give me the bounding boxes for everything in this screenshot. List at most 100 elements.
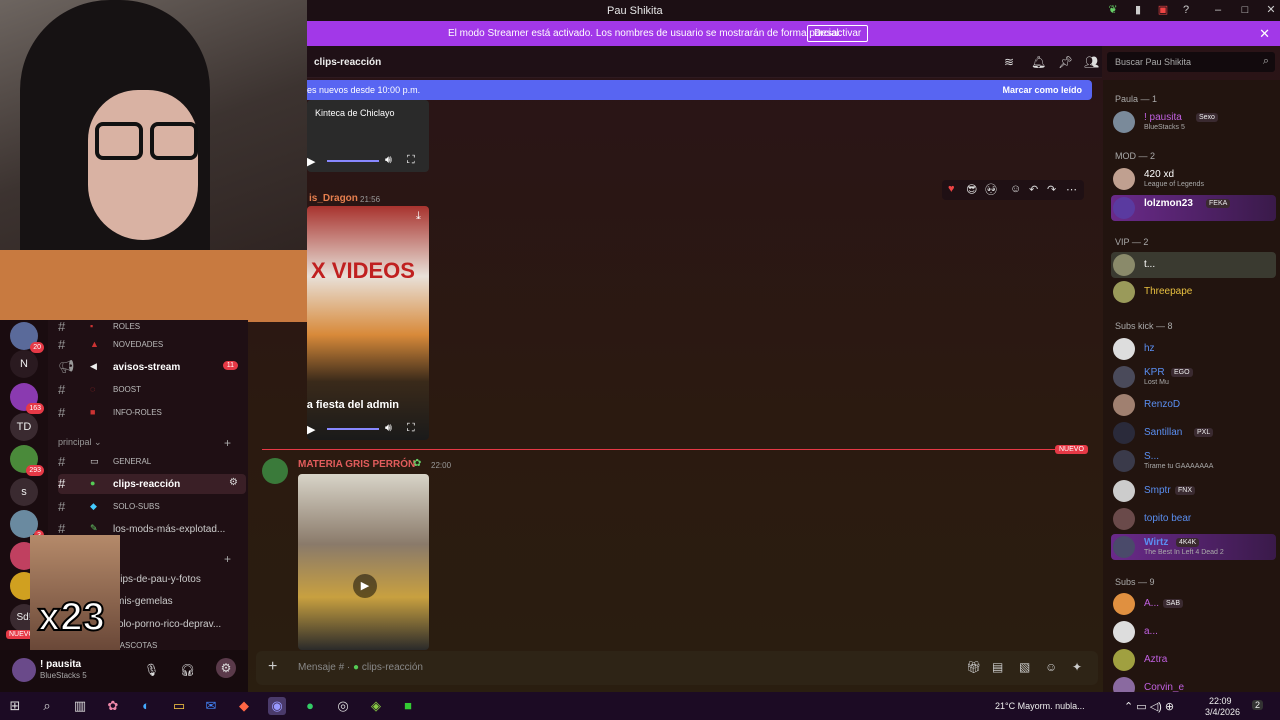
clock-time[interactable]: 22:09 xyxy=(1209,696,1232,706)
server-icon[interactable]: s xyxy=(10,478,38,506)
heart-reaction-icon[interactable]: ♥ xyxy=(948,183,955,195)
video-embed-3[interactable]: ▶ xyxy=(298,474,429,650)
avatar[interactable] xyxy=(262,458,288,484)
member-item[interactable]: Aztra xyxy=(1111,647,1276,673)
volume-icon[interactable]: 🔊︎ xyxy=(385,154,392,167)
channel-item-boost[interactable]: # ◌ boost xyxy=(58,380,246,400)
server-icon[interactable]: N xyxy=(10,350,38,378)
member-item[interactable]: S... Tirame tu GAAAAAAA xyxy=(1111,448,1276,474)
fullscreen-icon[interactable]: ⛶ xyxy=(407,154,415,167)
close-banner-icon[interactable]: ✕ xyxy=(1259,26,1270,42)
close-icon[interactable]: ✕ xyxy=(1265,4,1277,16)
search-icon[interactable]: ⌕ xyxy=(38,697,56,715)
member-item[interactable]: hz xyxy=(1111,336,1276,362)
emoji-reaction-icon-2[interactable]: 🥺︎ xyxy=(984,183,998,196)
new-messages-bar[interactable]: es nuevos desde 10:00 p.m. Marcar como l… xyxy=(307,80,1092,100)
search-input[interactable]: Buscar Pau Shikita ⌕ xyxy=(1107,52,1275,72)
discord-icon[interactable]: ◉ xyxy=(268,697,286,715)
message-author[interactable]: MATERIA GRIS PERRÓN xyxy=(298,459,415,470)
weather-widget[interactable]: 21°C Mayorm. nubla... xyxy=(995,701,1085,711)
channel-item-clips-reaccion[interactable]: # ● clips-reacción ⚙ xyxy=(58,474,246,494)
server-icon[interactable]: 293 xyxy=(10,445,44,476)
download-icon[interactable]: ⤓ xyxy=(416,210,421,223)
help-icon[interactable]: ? xyxy=(1180,4,1192,16)
member-item[interactable]: lolzmon23 FEKA xyxy=(1111,195,1276,221)
fullscreen-icon[interactable]: ⛶ xyxy=(407,422,415,435)
reply-icon[interactable]: ↶ xyxy=(1029,183,1038,196)
server-icon[interactable]: TD xyxy=(10,413,38,441)
tray-icons[interactable]: ⌃ ▭ ◁) ⊕ xyxy=(1124,700,1174,713)
nitro-icon[interactable]: ❦ xyxy=(1107,4,1119,16)
member-item[interactable]: ! pausita Sexo BlueStacks 5 xyxy=(1111,109,1276,135)
forward-icon[interactable]: ↷ xyxy=(1047,183,1056,196)
disable-streamer-button[interactable]: Desactivar xyxy=(807,25,869,42)
apps-icon[interactable]: ✦ xyxy=(1072,660,1082,674)
maximize-icon[interactable]: □ xyxy=(1239,4,1251,16)
member-item[interactable]: RenzoD xyxy=(1111,392,1276,418)
video-embed-1[interactable]: Kinteca de Chiclayo ▶ 🔊︎ ⛶ xyxy=(307,100,429,172)
bluestacks-icon[interactable]: ◈ xyxy=(367,697,385,715)
app-icon[interactable]: ■ xyxy=(399,697,417,715)
channel-item-mis-gemelas[interactable]: mis-gemelas xyxy=(108,591,296,611)
member-list-icon[interactable]: 👥︎ xyxy=(1084,55,1099,69)
mail-icon[interactable]: ✉ xyxy=(202,697,220,715)
channel-item-info-roles[interactable]: # ■ info-roles xyxy=(58,403,246,423)
gift-icon[interactable]: 🎁︎ xyxy=(966,660,981,674)
add-channel-icon[interactable]: + xyxy=(224,552,231,566)
settings-icon[interactable]: ⚙ xyxy=(229,477,238,488)
minimize-icon[interactable]: – xyxy=(1212,4,1224,16)
member-item[interactable]: Corvin_e xyxy=(1111,675,1276,692)
copilot-icon[interactable]: ✿ xyxy=(104,697,122,715)
obs-icon[interactable]: ◎ xyxy=(334,697,352,715)
channel-item-avisos-stream[interactable]: 📢︎ ◀ avisos-stream 11 xyxy=(58,357,246,377)
channel-item-general[interactable]: # ▭ general xyxy=(58,452,246,472)
add-reaction-icon[interactable]: ☺ xyxy=(1010,183,1021,195)
member-item[interactable]: KPR EGO Lost Mu xyxy=(1111,364,1276,390)
task-view-icon[interactable]: ▥ xyxy=(71,697,89,715)
pin-icon[interactable]: 📌︎ xyxy=(1058,55,1073,69)
channel-item-solo-subs[interactable]: # ◆ solo-subs xyxy=(58,497,246,517)
play-icon[interactable]: ▶ xyxy=(307,155,315,168)
member-item[interactable]: topito bear xyxy=(1111,506,1276,532)
play-icon[interactable]: ▶ xyxy=(353,574,377,598)
member-item[interactable]: t... xyxy=(1111,252,1276,278)
add-channel-icon[interactable]: + xyxy=(224,436,231,450)
member-item[interactable]: A... SAB xyxy=(1111,591,1276,617)
brave-icon[interactable]: ◆ xyxy=(235,697,253,715)
add-attachment-icon[interactable]: + xyxy=(268,658,277,676)
gif-icon[interactable]: ▤ xyxy=(992,660,1003,674)
user-settings-icon[interactable]: ⚙ xyxy=(216,658,236,678)
mark-as-read-button[interactable]: Marcar como leído xyxy=(1002,85,1082,95)
message-author[interactable]: is_Dragon xyxy=(309,193,358,204)
edge-icon[interactable]: ◐ xyxy=(137,697,155,715)
seek-bar[interactable] xyxy=(327,160,379,162)
spotify-icon[interactable]: ● xyxy=(301,697,319,715)
seek-bar[interactable] xyxy=(327,428,379,430)
member-item[interactable]: Wirtz 4K4K The Best In Left 4 Dead 2 xyxy=(1111,534,1276,560)
avatar[interactable] xyxy=(12,658,36,682)
channel-item-mascotas[interactable]: mascotas xyxy=(108,638,296,650)
headphones-icon[interactable]: 🎧︎ xyxy=(180,663,195,677)
more-icon[interactable]: ⋯ xyxy=(1066,183,1077,196)
member-item[interactable]: Smptr FNX xyxy=(1111,478,1276,504)
server-icon[interactable]: 20 xyxy=(10,322,44,353)
member-item[interactable]: Threepape xyxy=(1111,279,1276,305)
play-icon[interactable]: ▶ xyxy=(307,423,315,436)
emoji-reaction-icon[interactable]: 😎︎ xyxy=(966,183,977,196)
clock-date[interactable]: 3/4/2026 xyxy=(1205,707,1240,717)
notification-badge[interactable]: 2 xyxy=(1252,700,1264,710)
server-icon[interactable]: 163 xyxy=(10,383,44,414)
channel-item-clips-de-pau[interactable]: lips-de-pau-y-fotos xyxy=(108,569,296,589)
channel-item-novedades[interactable]: # ▲ novedades xyxy=(58,335,246,355)
emoji-icon[interactable]: ☺ xyxy=(1045,660,1057,674)
windows-start-icon[interactable]: ⊞ xyxy=(6,697,24,715)
channel-item-roles[interactable]: # ▪ roles xyxy=(58,317,246,337)
volume-icon[interactable]: 🔊︎ xyxy=(385,422,392,435)
file-explorer-icon[interactable]: ▭ xyxy=(170,697,188,715)
channel-item-solo-porno[interactable]: solo-porno-rico-deprav... xyxy=(108,614,296,634)
microphone-icon[interactable]: 🎙︎ xyxy=(144,663,159,677)
video-embed-2[interactable]: X VIDEOS ⤓ La fiesta del admin ▶ 🔊︎ ⛶ xyxy=(307,206,429,440)
message-composer[interactable]: + Mensaje # · ● clips-reacción 🎁︎ ▤ ▧ ☺ … xyxy=(256,651,1098,685)
screen-share-icon[interactable]: ▣ xyxy=(1157,4,1169,16)
bell-icon[interactable]: 🔔︎ xyxy=(1031,55,1046,69)
